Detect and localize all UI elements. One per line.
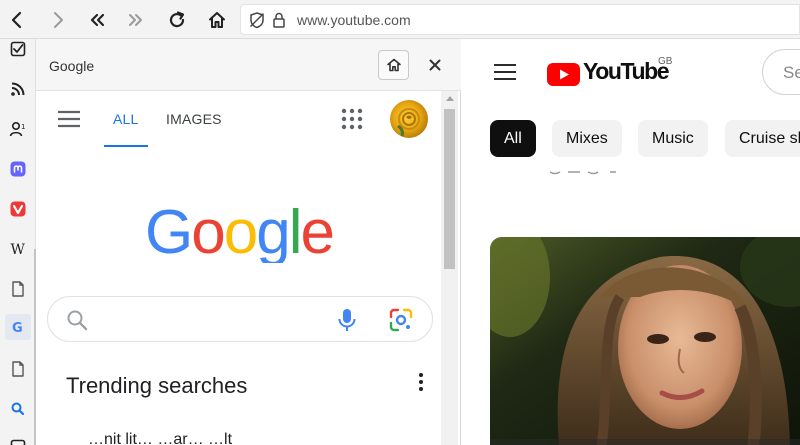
feed-icon[interactable] [5,76,31,102]
wikipedia-icon[interactable]: W [5,236,31,262]
panel-close-button[interactable] [424,54,446,76]
web-panel-title: Google [49,58,95,74]
google-search-box[interactable] [47,296,433,342]
fast-forward-icon[interactable] [122,6,150,34]
google-icon[interactable]: G [5,314,31,340]
video-thumbnail-image [490,237,800,445]
panel-bar: 1 W G [0,39,36,445]
partial-content-fragment [550,171,616,175]
hamburger-menu-icon[interactable] [494,63,516,81]
web-panel-scrollbar[interactable] [441,91,458,445]
tab-all[interactable]: ALL [113,111,139,127]
browser-toolbar: www.youtube.com [0,0,800,39]
browser-window: www.youtube.com 1 W G Google ALL IMAGES … [0,0,800,445]
country-code: GB [658,56,673,67]
home-icon [386,58,401,72]
trending-searches-title: Trending searches [66,373,248,398]
avatar[interactable] [390,100,428,138]
google-page: ALL IMAGES Google Trending searches …nit… [36,91,441,445]
home-icon[interactable] [203,6,231,34]
web-panel: Google ALL IMAGES Google Trending search… [36,39,461,445]
rose-avatar-image [397,108,420,137]
address-bar[interactable]: www.youtube.com [240,4,800,35]
search-icon [67,310,88,331]
chip-mixes[interactable]: Mixes [552,120,622,157]
apps-grid-icon[interactable] [341,108,363,130]
chip-cruise[interactable]: Cruise sh [725,120,800,157]
scrollbar-thumb[interactable] [444,109,455,269]
active-tab-indicator [104,145,148,147]
more-options-icon[interactable] [416,372,426,392]
checklist-icon[interactable] [5,36,31,62]
svg-text:G: G [12,321,23,336]
url-text[interactable]: www.youtube.com [297,12,411,28]
video-thumbnail[interactable] [490,237,800,445]
back-icon[interactable] [3,6,31,34]
mastodon-icon[interactable] [5,156,31,182]
forward-icon[interactable] [44,6,72,34]
rewind-icon[interactable] [83,6,111,34]
chip-all[interactable]: All [490,120,536,157]
search-placeholder: Se [783,63,800,82]
svg-text:1: 1 [21,123,25,131]
google-logo: Google [145,199,335,263]
tab-images[interactable]: IMAGES [166,111,222,127]
trending-item[interactable]: …nit lit… …ar… …lt [88,431,232,445]
close-icon [429,59,441,71]
scroll-up-arrow-icon[interactable] [446,96,454,101]
panel-home-button[interactable] [378,50,409,80]
lock-icon[interactable] [270,11,288,29]
web-panel-header: Google [36,39,461,91]
hamburger-menu-icon[interactable] [57,109,81,129]
contacts-icon[interactable]: 1 [5,116,31,142]
youtube-search-input[interactable]: Se [762,49,800,95]
search-icon[interactable] [5,396,31,422]
google-lens-icon[interactable] [389,308,413,332]
youtube-wordmark[interactable]: YouTube [583,58,670,85]
page-icon[interactable] [5,276,31,302]
window-icon[interactable] [5,434,31,445]
svg-text:W: W [11,242,26,258]
page-icon[interactable] [5,356,31,382]
chip-music[interactable]: Music [638,120,708,157]
microphone-icon[interactable] [336,308,358,332]
youtube-play-icon[interactable] [547,63,580,86]
vivaldi-icon[interactable] [5,196,31,222]
tracker-blocker-icon[interactable] [248,11,266,29]
reload-icon[interactable] [163,6,191,34]
youtube-page: YouTube GB Se All Mixes Music Cruise sh [462,39,800,445]
svg-text:Google: Google [145,199,333,263]
